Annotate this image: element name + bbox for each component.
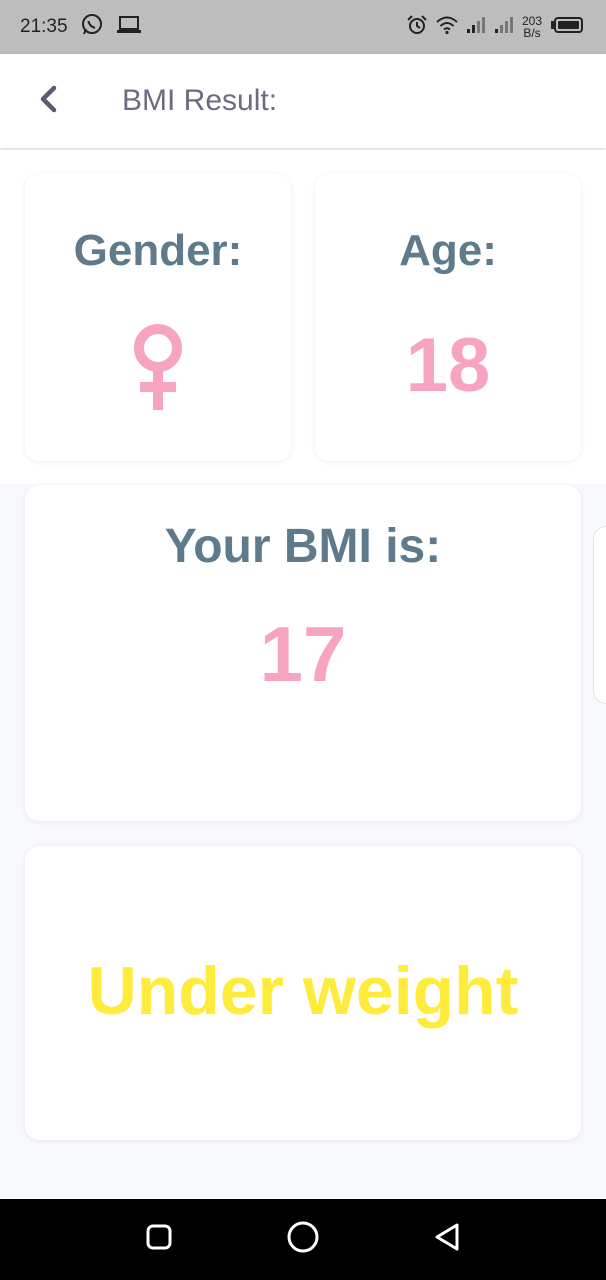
back-button[interactable]	[18, 71, 78, 131]
bmi-category-text: Under weight	[87, 953, 519, 1029]
net-speed: 203 B/s	[522, 15, 542, 39]
signal-icon-2	[494, 16, 514, 39]
result-content: Gender: Age: 18 Your BMI is: 17 Under we…	[0, 150, 606, 1199]
circle-icon	[286, 1220, 320, 1259]
alarm-icon	[406, 14, 428, 41]
page-title: BMI Result:	[122, 84, 278, 117]
side-tab-handle[interactable]	[593, 526, 606, 704]
signal-icon-1	[466, 16, 486, 39]
battery-icon	[550, 16, 584, 39]
whatsapp-icon	[80, 13, 104, 42]
wifi-icon	[436, 15, 458, 40]
navigation-bar	[0, 1199, 606, 1280]
status-time: 21:35	[20, 16, 68, 37]
home-button[interactable]	[281, 1218, 325, 1262]
status-bar: 21:35 203 B/s	[0, 0, 606, 54]
female-symbol-icon	[25, 322, 291, 419]
chevron-left-icon	[37, 84, 59, 119]
age-card: Age: 18	[315, 174, 581, 461]
back-nav-button[interactable]	[425, 1218, 469, 1262]
bmi-card: Your BMI is: 17	[25, 485, 581, 821]
bmi-value: 17	[259, 610, 347, 698]
bmi-label: Your BMI is:	[164, 520, 442, 573]
net-speed-unit: B/s	[523, 26, 541, 40]
status-right: 203 B/s	[406, 14, 584, 41]
square-icon	[145, 1223, 173, 1256]
recents-button[interactable]	[137, 1218, 181, 1262]
age-label: Age:	[399, 226, 497, 275]
laptop-icon	[116, 14, 142, 41]
triangle-back-icon	[432, 1221, 462, 1258]
app-bar: BMI Result:	[0, 54, 606, 148]
bmi-category-card: Under weight	[25, 846, 581, 1140]
gender-label: Gender:	[73, 226, 243, 275]
status-left: 21:35	[20, 13, 142, 42]
gender-card: Gender:	[25, 174, 291, 461]
age-value: 18	[405, 323, 491, 408]
